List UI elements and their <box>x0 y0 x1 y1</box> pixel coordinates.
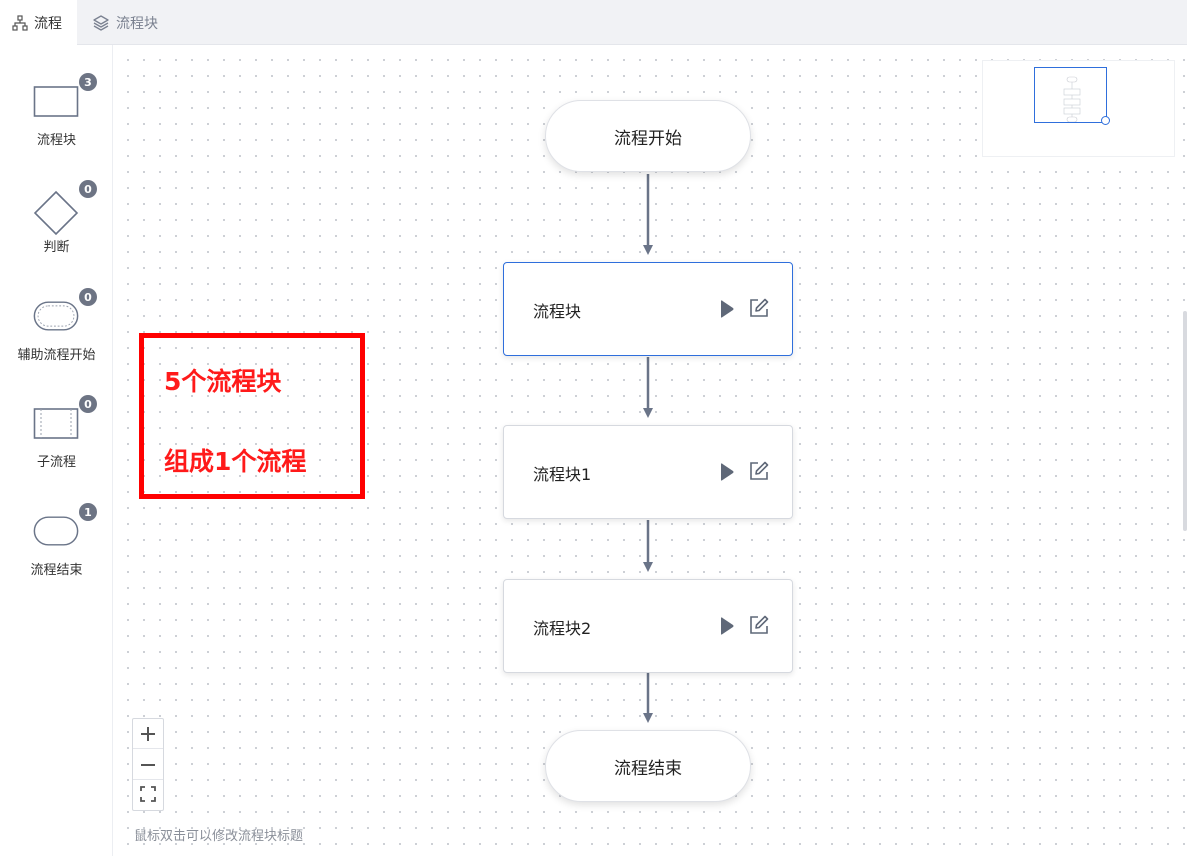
tab-flow[interactable]: 流程 <box>0 0 77 45</box>
play-icon[interactable] <box>718 616 736 636</box>
hint-text: 鼠标双击可以修改流程块标题 <box>134 829 304 844</box>
tab-flow-blocks-label: 流程块 <box>116 15 158 32</box>
palette-label: 流程结束 <box>30 563 83 578</box>
annotation-line-1: 5个流程块 <box>164 367 282 396</box>
tab-flow-label: 流程 <box>34 15 62 32</box>
zoom-out-button[interactable] <box>133 750 163 780</box>
palette-item-subprocess[interactable]: 0 子流程 <box>0 395 113 495</box>
layers-icon <box>92 14 110 32</box>
play-icon[interactable] <box>718 462 736 482</box>
node-title[interactable]: 流程块 <box>533 298 581 322</box>
minimap[interactable] <box>982 60 1175 157</box>
count-badge: 3 <box>79 73 97 91</box>
annotation-line-2: 组成1个流程 <box>164 447 307 476</box>
palette-item-decision[interactable]: 0 判断 <box>0 180 113 280</box>
count-badge: 0 <box>79 288 97 306</box>
start-node[interactable]: 流程开始 <box>545 100 751 172</box>
node-title[interactable]: 流程块1 <box>533 461 591 485</box>
double-pill-shape-icon <box>33 298 79 334</box>
palette-item-flow-block[interactable]: 3 流程块 <box>0 73 113 173</box>
palette-label: 辅助流程开始 <box>17 348 96 363</box>
rectangle-shape-icon <box>33 83 79 119</box>
subprocess-shape-icon <box>33 405 79 441</box>
count-badge: 1 <box>79 503 97 521</box>
flow-block-node[interactable]: 流程块1 <box>503 425 793 519</box>
count-badge: 0 <box>79 395 97 413</box>
node-palette: 3 流程块 0 判断 0 辅助流程开始 0 子流程 1 流程结束 <box>0 45 113 856</box>
edit-icon[interactable] <box>748 460 770 482</box>
sitemap-icon <box>12 14 28 31</box>
node-title[interactable]: 流程块2 <box>533 615 591 639</box>
fit-screen-icon <box>140 786 156 806</box>
fit-screen-button[interactable] <box>133 781 163 811</box>
edit-icon[interactable] <box>748 614 770 636</box>
minimap-viewport[interactable] <box>1034 67 1107 123</box>
palette-label: 判断 <box>43 240 70 255</box>
count-badge: 0 <box>79 180 97 198</box>
flow-canvas[interactable]: 流程开始 流程块 流程块1 流程块2 流程结束 5个流程块 组成1个流程 鼠标双… <box>114 46 1187 856</box>
minimap-resize-handle[interactable] <box>1101 116 1110 125</box>
tab-flow-blocks[interactable]: 流程块 <box>80 0 170 45</box>
palette-label: 流程块 <box>36 133 76 148</box>
edit-icon[interactable] <box>748 297 770 319</box>
palette-label: 子流程 <box>36 455 76 470</box>
zoom-in-button[interactable] <box>133 719 163 749</box>
annotation-box: 5个流程块 组成1个流程 <box>139 333 365 499</box>
flow-block-node[interactable]: 流程块 <box>503 262 793 356</box>
play-icon[interactable] <box>718 299 736 319</box>
palette-item-flow-end[interactable]: 1 流程结束 <box>0 503 113 603</box>
pill-shape-icon <box>33 513 79 549</box>
tab-bar: 流程 流程块 <box>0 0 1187 45</box>
flow-block-node[interactable]: 流程块2 <box>503 579 793 673</box>
vertical-scrollbar[interactable] <box>1183 311 1187 531</box>
end-node[interactable]: 流程结束 <box>545 730 751 802</box>
zoom-controls <box>132 718 164 811</box>
diamond-shape-icon <box>33 190 79 236</box>
palette-item-aux-start[interactable]: 0 辅助流程开始 <box>0 288 113 388</box>
